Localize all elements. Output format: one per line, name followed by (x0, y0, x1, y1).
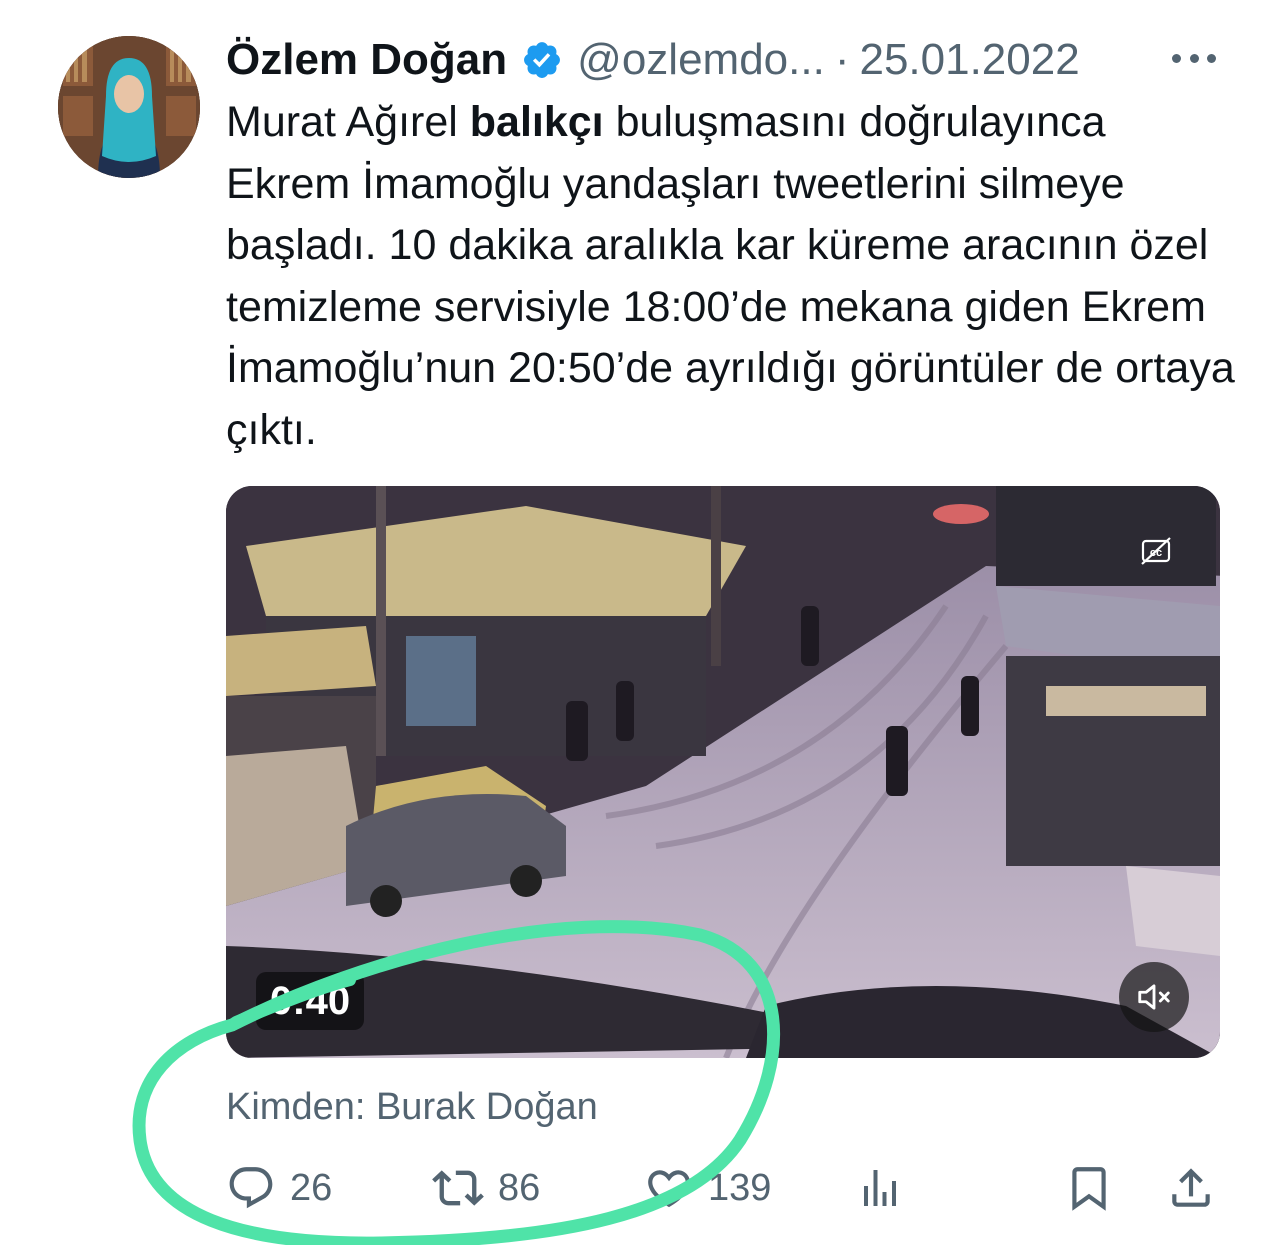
like-count: 139 (708, 1166, 772, 1209)
tweet-text-part: Murat Ağırel (226, 98, 470, 146)
tweet: Özlem Doğan @ozlemdo... · 25.01.2022 Mur… (0, 0, 1280, 1245)
video-frame (226, 486, 1220, 1058)
tweet-text-bold: balıkçı (469, 98, 604, 146)
retweet-button[interactable]: 86 (432, 1158, 540, 1218)
reply-icon (229, 1167, 273, 1209)
speaker-muted-icon (1138, 984, 1170, 1010)
share-button[interactable] (1166, 1158, 1216, 1218)
more-options-icon[interactable] (1172, 48, 1216, 68)
separator-dot: · (834, 35, 850, 84)
views-chart-icon (864, 1170, 896, 1206)
tweet-actions: 26 86 139 (226, 1158, 1226, 1218)
svg-text:cc: cc (1150, 547, 1162, 559)
tweet-header: Özlem Doğan @ozlemdo... · 25.01.2022 (226, 30, 1080, 90)
share-icon (1172, 1168, 1210, 1207)
tweet-text-part: buluşmasını doğrulayınca Ekrem İmamoğlu … (226, 98, 1235, 454)
heart-icon (648, 1170, 690, 1208)
views-button[interactable] (856, 1158, 904, 1218)
retweet-icon (432, 1170, 484, 1206)
tweet-date[interactable]: 25.01.2022 (859, 35, 1079, 85)
reply-count: 26 (290, 1166, 333, 1209)
author-handle[interactable]: @ozlemdo... (577, 35, 825, 85)
tweet-text: Murat Ağırel balıkçı buluşmasını doğrula… (226, 92, 1236, 461)
bookmark-button[interactable] (1064, 1158, 1114, 1218)
retweet-count: 86 (498, 1166, 541, 1209)
reply-button[interactable]: 26 (226, 1158, 332, 1218)
mute-button[interactable] (1119, 962, 1189, 1032)
video-timestamp: 0:40 (256, 972, 365, 1030)
closed-captions-icon[interactable]: cc (1140, 536, 1172, 566)
bookmark-icon (1072, 1167, 1106, 1211)
author-name[interactable]: Özlem Doğan (226, 35, 507, 85)
video-player[interactable]: cc 0:40 (226, 486, 1220, 1058)
verified-badge-icon (524, 42, 561, 78)
author-avatar[interactable] (58, 36, 200, 178)
source-attribution: Kimden: Burak Doğan (226, 1086, 598, 1128)
like-button[interactable]: 139 (644, 1158, 771, 1218)
